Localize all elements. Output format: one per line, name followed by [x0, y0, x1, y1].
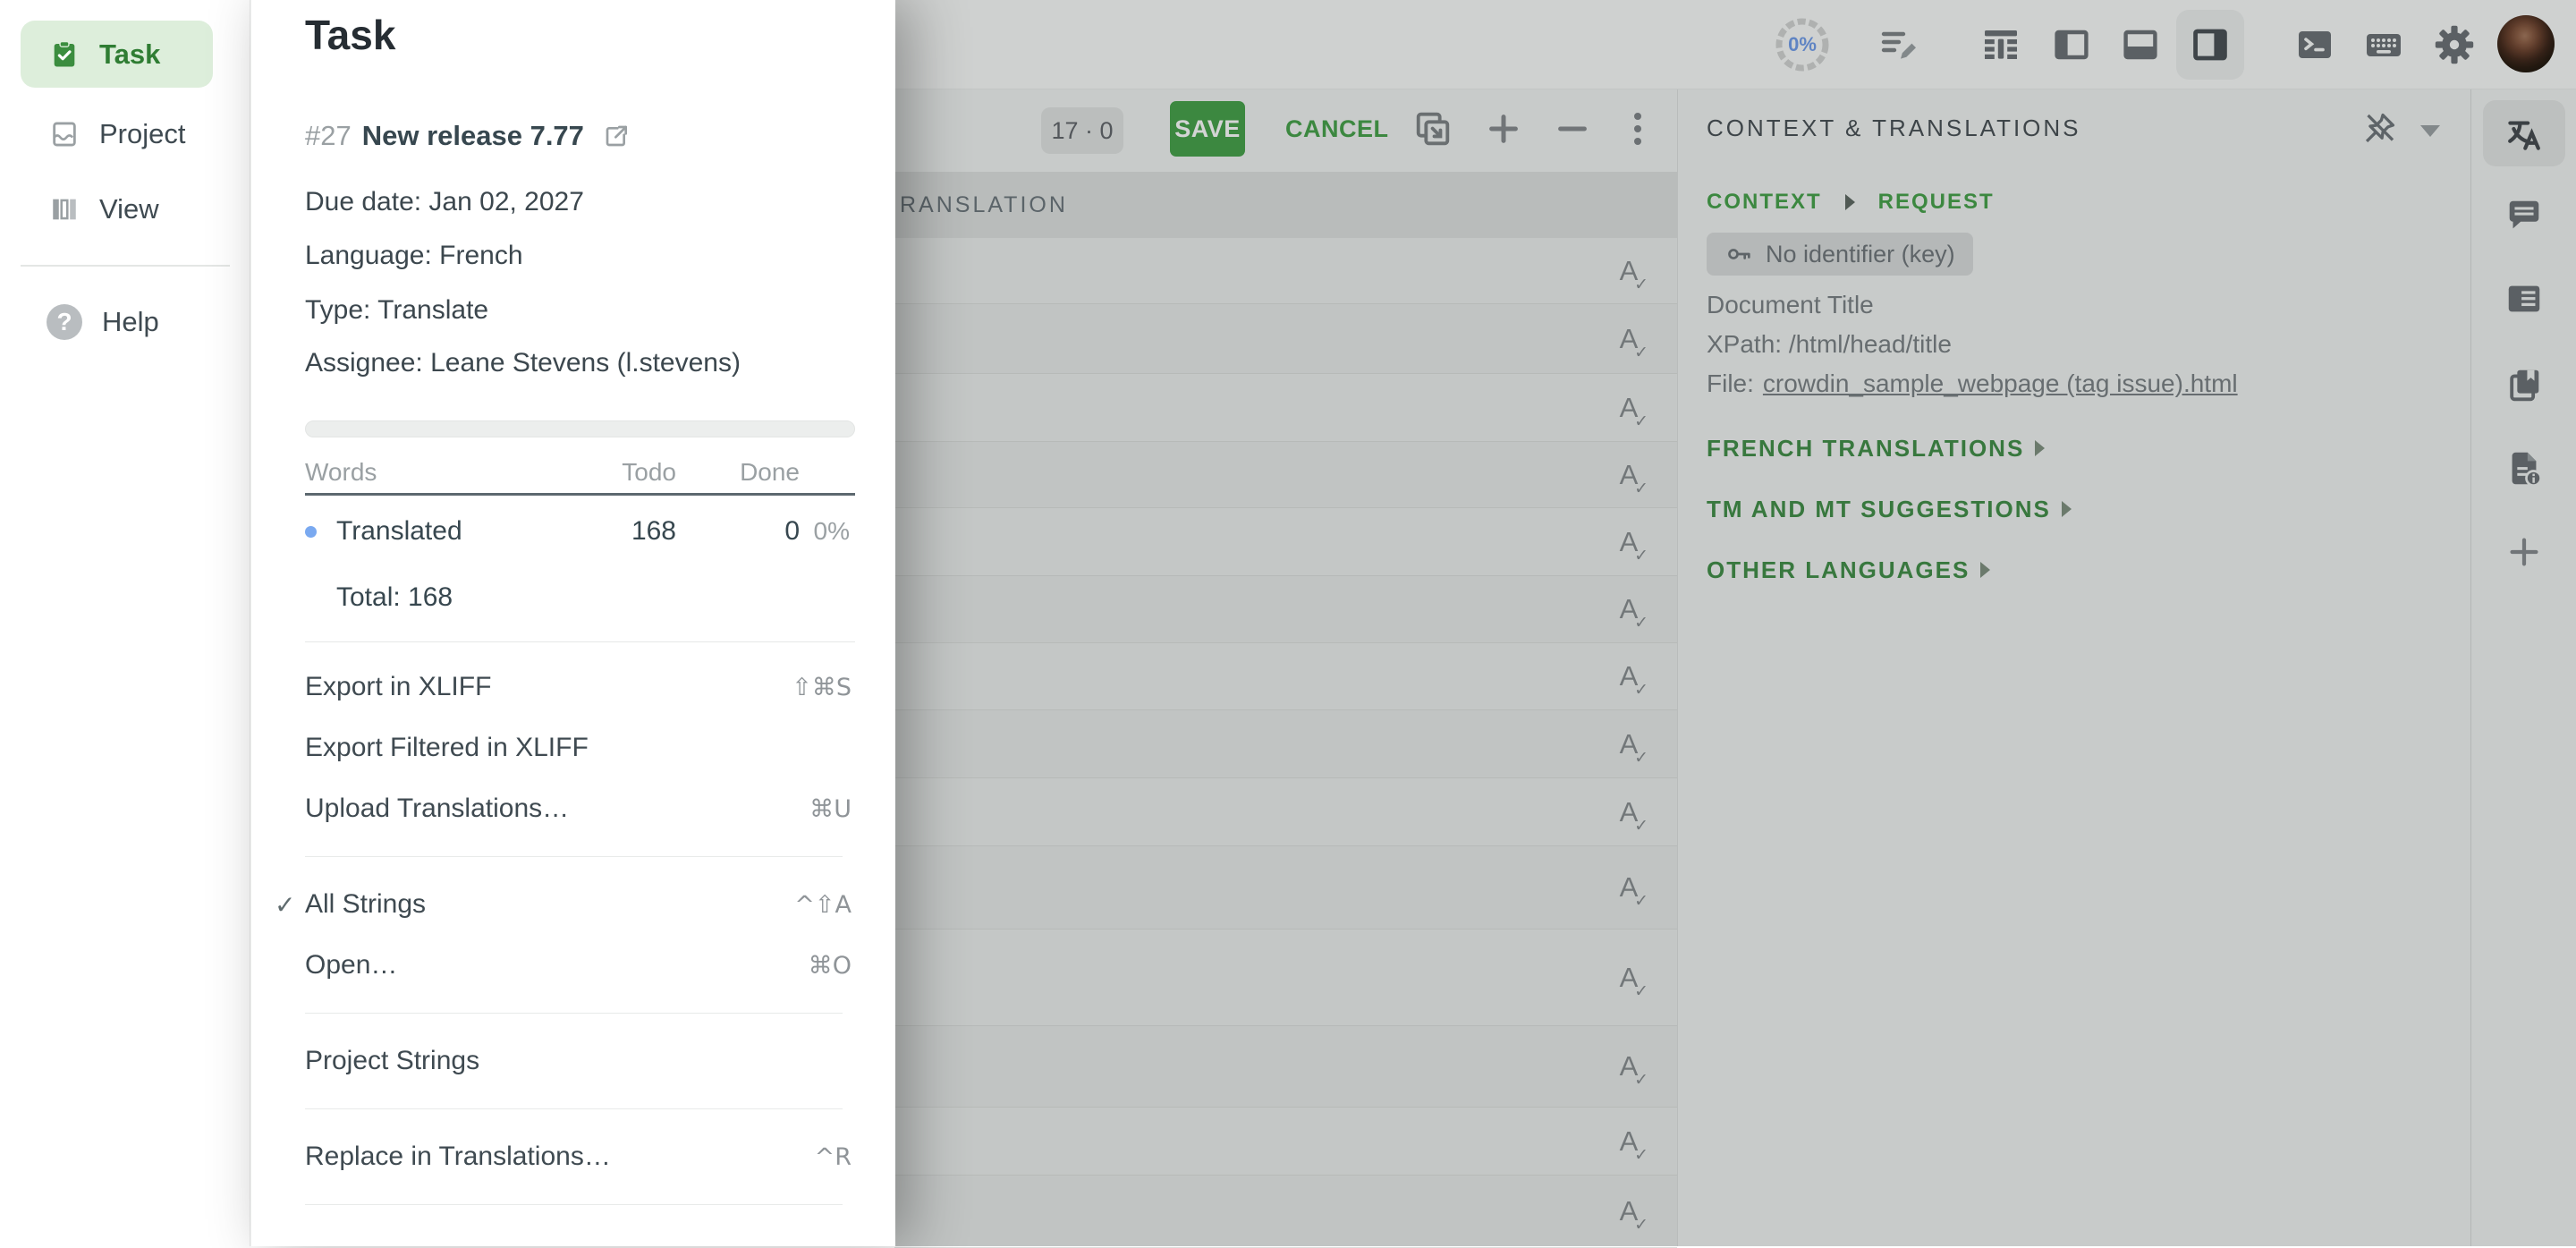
menu-item-label: Export Filtered in XLIFF [305, 733, 852, 763]
menu-item-shortcut: ⌘O [809, 952, 852, 980]
words-row-percent: 0% [800, 517, 850, 546]
col-todo: Todo [562, 458, 676, 487]
task-menu-item[interactable]: ✓ Export Filtered in XLIFF [275, 717, 852, 778]
sidebar-item-view[interactable]: View [21, 175, 213, 242]
sidebar-item-help[interactable]: ? Help [21, 288, 213, 355]
words-row-label: Translated [336, 516, 462, 547]
menu-item-label: Export in XLIFF [305, 672, 792, 702]
task-header-row: #27 New release 7.77 [305, 116, 631, 156]
menu-item-label: Project Strings [305, 1046, 852, 1076]
col-words: Words [305, 458, 562, 487]
task-due-date: Due date: Jan 02, 2027 [305, 183, 860, 222]
task-menu-item[interactable]: ✓ Upload Translations… ⌘U [275, 778, 852, 839]
task-menu: ✓ Export in XLIFF ⇧⌘S ✓ Export Filtered … [251, 657, 896, 1222]
task-language: Language: French [305, 236, 860, 276]
task-type: Type: Translate [305, 291, 860, 330]
view-columns-icon [49, 194, 80, 225]
words-table-header: Words Todo Done [305, 451, 855, 496]
panel-title: Task [305, 11, 395, 59]
words-row-done: 0 [676, 516, 800, 547]
menu-item-shortcut: ^R [815, 1143, 852, 1171]
menu-item-label: Upload Translations… [305, 794, 809, 824]
menu-item-label: All Strings [305, 889, 794, 920]
external-link-icon[interactable] [602, 122, 631, 150]
task-title: New release 7.77 [362, 120, 584, 152]
crowdin-editor-screen: 0% [0, 0, 2576, 1246]
menu-item-label: Open… [305, 950, 809, 981]
task-menu-item[interactable]: ✓ All Strings ^⇧A [275, 874, 852, 935]
sidebar-item-label: Task [99, 38, 160, 71]
task-number: #27 [305, 120, 352, 152]
main-sidebar: Task Project View ? Help [0, 0, 250, 1246]
menu-item-shortcut: ^⇧A [794, 891, 852, 919]
sidebar-item-label: View [99, 193, 159, 225]
task-menu-item[interactable]: ✓ Project Strings [275, 1031, 852, 1091]
project-icon [49, 119, 80, 149]
task-assignee: Assignee: Leane Stevens (l.stevens) [305, 344, 860, 383]
col-done: Done [676, 458, 800, 487]
words-total: Total: 168 [336, 573, 453, 623]
task-progress-bar [305, 420, 855, 437]
sidebar-divider [21, 265, 230, 267]
menu-divider [305, 1108, 843, 1109]
menu-item-label: Replace in Translations… [305, 1142, 815, 1172]
menu-divider [305, 1013, 843, 1014]
menu-divider [305, 856, 843, 857]
words-row-todo: 168 [562, 516, 676, 547]
task-menu-item[interactable]: ✓ Open… ⌘O [275, 935, 852, 996]
sidebar-item-project[interactable]: Project [21, 100, 213, 167]
panel-divider [305, 641, 855, 642]
menu-item-shortcut: ⌘U [809, 795, 852, 823]
translated-dot-icon [305, 526, 317, 538]
sidebar-item-label: Help [102, 306, 159, 338]
sidebar-item-label: Project [99, 118, 185, 150]
sidebar-item-task[interactable]: Task [21, 21, 213, 88]
help-icon: ? [47, 304, 82, 340]
task-menu-panel: Task #27 New release 7.77 Due date: Jan … [250, 0, 895, 1246]
task-menu-item[interactable]: ✓ Export in XLIFF ⇧⌘S [275, 657, 852, 717]
words-row-translated: Translated 168 0 0% [305, 500, 855, 563]
check-icon: ✓ [275, 890, 305, 920]
menu-divider [305, 1204, 843, 1205]
task-clipboard-icon [49, 39, 80, 70]
task-menu-item[interactable]: ✓ Replace in Translations… ^R [275, 1126, 852, 1187]
menu-item-shortcut: ⇧⌘S [792, 674, 852, 701]
